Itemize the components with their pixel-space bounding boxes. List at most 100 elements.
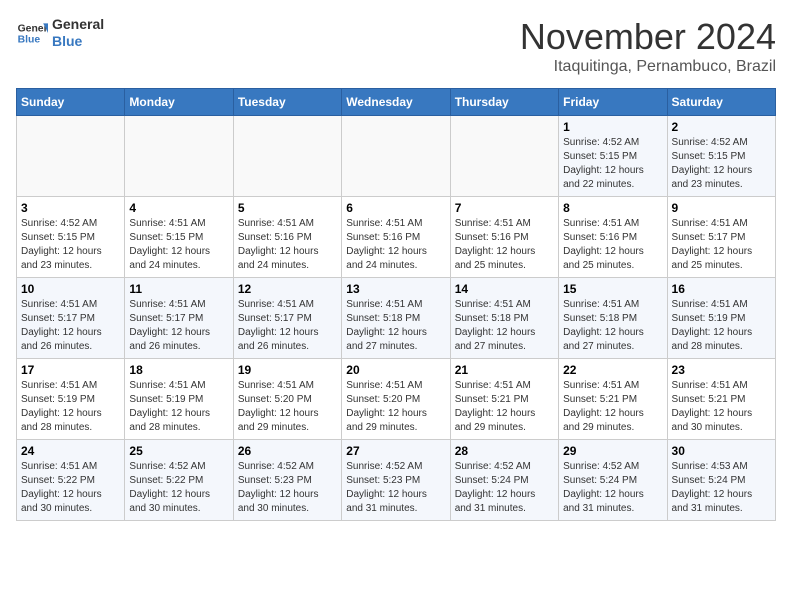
calendar-cell: 14Sunrise: 4:51 AMSunset: 5:18 PMDayligh… xyxy=(450,278,558,359)
day-number: 7 xyxy=(455,201,554,215)
calendar-cell: 30 Sunrise: 4:53 AMSunset: 5:24 PMDayligh… xyxy=(667,440,775,521)
day-number: 25 xyxy=(129,444,228,458)
calendar-cell: 4 Sunrise: 4:51 AMSunset: 5:15 PMDaylight… xyxy=(125,197,233,278)
day-number: 1 xyxy=(563,120,662,134)
day-info: Sunrise: 4:51 AMSunset: 5:21 PMDaylight:… xyxy=(455,379,554,435)
calendar-week-1: 1 Sunrise: 4:52 AMSunset: 5:15 PMDaylight… xyxy=(17,116,776,197)
day-number: 6 xyxy=(346,201,445,215)
weekday-header-monday: Monday xyxy=(125,89,233,116)
day-number: 8 xyxy=(563,201,662,215)
day-info: Sunrise: 4:51 AMSunset: 5:15 PMDaylight:… xyxy=(129,217,228,273)
logo-text: General Blue xyxy=(52,16,104,50)
weekday-header-thursday: Thursday xyxy=(450,89,558,116)
day-info: Sunrise: 4:52 AMSunset: 5:23 PMDaylight:… xyxy=(238,460,337,516)
day-info: Sunrise: 4:51 AMSunset: 5:21 PMDaylight:… xyxy=(672,379,771,435)
calendar-cell: 28Sunrise: 4:52 AMSunset: 5:24 PMDayligh… xyxy=(450,440,558,521)
svg-text:Blue: Blue xyxy=(18,34,41,45)
day-number: 16 xyxy=(672,282,771,296)
day-info: Sunrise: 4:51 AMSunset: 5:16 PMDaylight:… xyxy=(238,217,337,273)
day-info: Sunrise: 4:52 AMSunset: 5:24 PMDaylight:… xyxy=(563,460,662,516)
day-number: 9 xyxy=(672,201,771,215)
day-info: Sunrise: 4:51 AMSunset: 5:17 PMDaylight:… xyxy=(129,298,228,354)
day-number: 15 xyxy=(563,282,662,296)
day-number: 17 xyxy=(21,363,120,377)
day-number: 20 xyxy=(346,363,445,377)
day-info: Sunrise: 4:53 AMSunset: 5:24 PMDaylight:… xyxy=(672,460,771,516)
day-number: 22 xyxy=(563,363,662,377)
location-title: Itaquitinga, Pernambuco, Brazil xyxy=(520,58,776,76)
calendar-body: 1 Sunrise: 4:52 AMSunset: 5:15 PMDaylight… xyxy=(17,116,776,521)
month-title: November 2024 xyxy=(520,16,776,58)
day-number: 3 xyxy=(21,201,120,215)
day-number: 5 xyxy=(238,201,337,215)
day-number: 26 xyxy=(238,444,337,458)
day-info: Sunrise: 4:52 AMSunset: 5:15 PMDaylight:… xyxy=(672,136,771,192)
day-info: Sunrise: 4:51 AMSunset: 5:20 PMDaylight:… xyxy=(238,379,337,435)
day-info: Sunrise: 4:52 AMSunset: 5:15 PMDaylight:… xyxy=(563,136,662,192)
calendar-cell: 6 Sunrise: 4:51 AMSunset: 5:16 PMDaylight… xyxy=(342,197,450,278)
day-info: Sunrise: 4:51 AMSunset: 5:17 PMDaylight:… xyxy=(21,298,120,354)
calendar-cell: 23 Sunrise: 4:51 AMSunset: 5:21 PMDayligh… xyxy=(667,359,775,440)
day-number: 19 xyxy=(238,363,337,377)
weekday-header-row: SundayMondayTuesdayWednesdayThursdayFrid… xyxy=(17,89,776,116)
calendar-cell: 19 Sunrise: 4:51 AMSunset: 5:20 PMDayligh… xyxy=(233,359,341,440)
weekday-header-sunday: Sunday xyxy=(17,89,125,116)
calendar-cell xyxy=(125,116,233,197)
calendar-cell xyxy=(17,116,125,197)
day-info: Sunrise: 4:51 AMSunset: 5:17 PMDaylight:… xyxy=(672,217,771,273)
day-info: Sunrise: 4:51 AMSunset: 5:16 PMDaylight:… xyxy=(346,217,445,273)
calendar-cell xyxy=(233,116,341,197)
calendar-cell: 11 Sunrise: 4:51 AMSunset: 5:17 PMDayligh… xyxy=(125,278,233,359)
calendar-week-3: 10 Sunrise: 4:51 AMSunset: 5:17 PMDayligh… xyxy=(17,278,776,359)
calendar-week-4: 17 Sunrise: 4:51 AMSunset: 5:19 PMDayligh… xyxy=(17,359,776,440)
calendar-cell: 17 Sunrise: 4:51 AMSunset: 5:19 PMDayligh… xyxy=(17,359,125,440)
day-number: 28 xyxy=(455,444,554,458)
day-info: Sunrise: 4:51 AMSunset: 5:18 PMDaylight:… xyxy=(563,298,662,354)
calendar-cell: 15 Sunrise: 4:51 AMSunset: 5:18 PMDayligh… xyxy=(559,278,667,359)
calendar-cell: 8Sunrise: 4:51 AMSunset: 5:16 PMDaylight… xyxy=(559,197,667,278)
calendar-table: SundayMondayTuesdayWednesdayThursdayFrid… xyxy=(16,88,776,521)
day-info: Sunrise: 4:52 AMSunset: 5:15 PMDaylight:… xyxy=(21,217,120,273)
day-info: Sunrise: 4:52 AMSunset: 5:22 PMDaylight:… xyxy=(129,460,228,516)
day-info: Sunrise: 4:51 AMSunset: 5:21 PMDaylight:… xyxy=(563,379,662,435)
day-number: 27 xyxy=(346,444,445,458)
day-number: 4 xyxy=(129,201,228,215)
day-number: 30 xyxy=(672,444,771,458)
day-number: 13 xyxy=(346,282,445,296)
day-info: Sunrise: 4:51 AMSunset: 5:19 PMDaylight:… xyxy=(672,298,771,354)
calendar-header: SundayMondayTuesdayWednesdayThursdayFrid… xyxy=(17,89,776,116)
weekday-header-saturday: Saturday xyxy=(667,89,775,116)
day-number: 23 xyxy=(672,363,771,377)
calendar-cell: 24Sunrise: 4:51 AMSunset: 5:22 PMDayligh… xyxy=(17,440,125,521)
calendar-cell: 16 Sunrise: 4:51 AMSunset: 5:19 PMDayligh… xyxy=(667,278,775,359)
day-number: 10 xyxy=(21,282,120,296)
day-number: 21 xyxy=(455,363,554,377)
calendar-cell: 5 Sunrise: 4:51 AMSunset: 5:16 PMDaylight… xyxy=(233,197,341,278)
page-header: General Blue General Blue November 2024 … xyxy=(16,16,776,76)
day-info: Sunrise: 4:52 AMSunset: 5:23 PMDaylight:… xyxy=(346,460,445,516)
calendar-cell: 21 Sunrise: 4:51 AMSunset: 5:21 PMDayligh… xyxy=(450,359,558,440)
day-info: Sunrise: 4:51 AMSunset: 5:20 PMDaylight:… xyxy=(346,379,445,435)
calendar-cell: 2Sunrise: 4:52 AMSunset: 5:15 PMDaylight… xyxy=(667,116,775,197)
day-info: Sunrise: 4:51 AMSunset: 5:19 PMDaylight:… xyxy=(21,379,120,435)
calendar-cell: 7Sunrise: 4:51 AMSunset: 5:16 PMDaylight… xyxy=(450,197,558,278)
calendar-cell xyxy=(342,116,450,197)
day-number: 24 xyxy=(21,444,120,458)
calendar-cell: 22 Sunrise: 4:51 AMSunset: 5:21 PMDayligh… xyxy=(559,359,667,440)
title-block: November 2024 Itaquitinga, Pernambuco, B… xyxy=(520,16,776,76)
logo-icon: General Blue xyxy=(16,17,48,49)
calendar-week-2: 3 Sunrise: 4:52 AMSunset: 5:15 PMDaylight… xyxy=(17,197,776,278)
day-number: 14 xyxy=(455,282,554,296)
calendar-cell: 18 Sunrise: 4:51 AMSunset: 5:19 PMDayligh… xyxy=(125,359,233,440)
calendar-cell: 25 Sunrise: 4:52 AMSunset: 5:22 PMDayligh… xyxy=(125,440,233,521)
day-info: Sunrise: 4:51 AMSunset: 5:17 PMDaylight:… xyxy=(238,298,337,354)
day-info: Sunrise: 4:51 AMSunset: 5:18 PMDaylight:… xyxy=(346,298,445,354)
calendar-cell: 27 Sunrise: 4:52 AMSunset: 5:23 PMDayligh… xyxy=(342,440,450,521)
calendar-cell: 10 Sunrise: 4:51 AMSunset: 5:17 PMDayligh… xyxy=(17,278,125,359)
day-number: 11 xyxy=(129,282,228,296)
calendar-cell: 3 Sunrise: 4:52 AMSunset: 5:15 PMDaylight… xyxy=(17,197,125,278)
day-info: Sunrise: 4:51 AMSunset: 5:19 PMDaylight:… xyxy=(129,379,228,435)
logo: General Blue General Blue xyxy=(16,16,104,50)
day-number: 18 xyxy=(129,363,228,377)
weekday-header-friday: Friday xyxy=(559,89,667,116)
